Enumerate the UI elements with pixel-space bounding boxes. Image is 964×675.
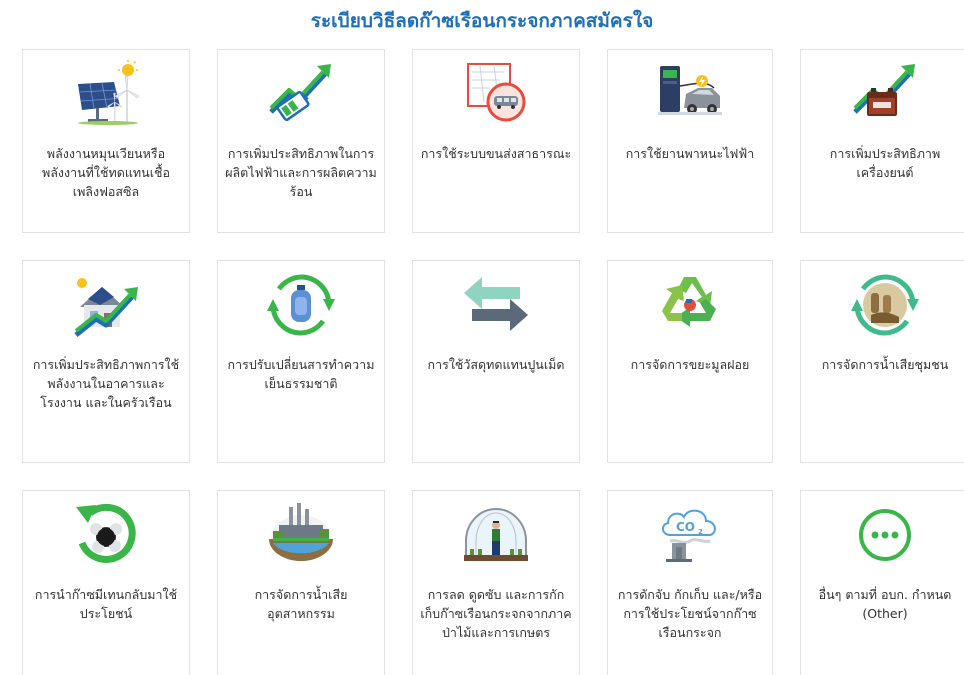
card-building-energy-efficiency[interactable]: การเพิ่มประสิทธิภาพการใช้พลังงานในอาคารแ… (22, 260, 190, 463)
solar-wind-icon (70, 58, 142, 130)
card-label: การปรับเปลี่ยนสารทำความเย็นธรรมชาติ (227, 357, 375, 391)
card-label: การจัดการน้ำเสียชุมชน (821, 357, 949, 372)
card-label: การจัดการน้ำเสียอุตสาหกรรม (254, 587, 348, 621)
methodology-page: ระเบียบวิธีลดก๊าซเรือนกระจกภาคสมัครใจ พล… (0, 0, 964, 675)
house-growth-icon (70, 269, 142, 341)
card-industrial-wastewater[interactable]: การจัดการน้ำเสียอุตสาหกรรม (217, 490, 385, 675)
card-electric-vehicle[interactable]: การใช้ยานพาหนะไฟฟ้า (607, 49, 773, 233)
card-solid-waste[interactable]: การจัดการขยะมูลฝอย (607, 260, 773, 463)
card-label: การจัดการขยะมูลฝอย (630, 357, 750, 372)
card-label: การลด ดูดซับ และการกักเก็บก๊าซเรือนกระจก… (420, 587, 572, 640)
card-label: การเพิ่มประสิทธิภาพการใช้พลังงานในอาคารแ… (32, 357, 180, 410)
swap-arrows-icon (460, 269, 532, 341)
card-label: การนำก๊าซมีเทนกลับมาใช้ประโยชน์ (34, 587, 178, 621)
industrial-wastewater-icon (265, 499, 337, 571)
page-title: ระเบียบวิธีลดก๊าซเรือนกระจกภาคสมัครใจ (310, 10, 654, 32)
card-label: การใช้ยานพาหนะไฟฟ้า (625, 146, 755, 161)
card-forestry-agriculture[interactable]: การลด ดูดซับ และการกักเก็บก๊าซเรือนกระจก… (412, 490, 580, 675)
card-community-wastewater[interactable]: การจัดการน้ำเสียชุมชน (800, 260, 964, 463)
card-label: การใช้ระบบขนส่งสาธารณะ (420, 146, 572, 161)
more-dots-icon (849, 499, 921, 571)
methane-recovery-icon (70, 499, 142, 571)
card-label: การเพิ่มประสิทธิภาพเครื่องยนต์ (829, 146, 941, 180)
electric-vehicle-icon (654, 58, 726, 130)
card-other[interactable]: อื่นๆ ตามที่ อบก. กำหนด (Other) (800, 490, 964, 675)
card-power-heat-efficiency[interactable]: การเพิ่มประสิทธิภาพในการผลิตไฟฟ้าและการผ… (217, 49, 385, 233)
card-renewable-energy[interactable]: พลังงานหมุนเวียนหรือพลังงานที่ใช้ทดแทนเช… (22, 49, 190, 233)
card-clinker-substitute[interactable]: การใช้วัสดุทดแทนปูนเม็ด (412, 260, 580, 463)
engine-growth-icon (849, 58, 921, 130)
refrigerant-cycle-icon (265, 269, 337, 341)
recycle-icon (654, 269, 726, 341)
battery-growth-icon (265, 58, 337, 130)
card-public-transport[interactable]: การใช้ระบบขนส่งสาธารณะ (412, 49, 580, 233)
card-label: การดักจับ กักเก็บ และ/หรือการใช้ประโยชน์… (617, 587, 763, 640)
co2-cloud-icon: CO 2 (654, 499, 726, 571)
card-natural-refrigerant[interactable]: การปรับเปลี่ยนสารทำความเย็นธรรมชาติ (217, 260, 385, 463)
greenhouse-farmer-icon (460, 499, 532, 571)
wastewater-cycle-icon (849, 269, 921, 341)
card-label: พลังงานหมุนเวียนหรือพลังงานที่ใช้ทดแทนเช… (42, 146, 170, 199)
public-transport-icon (460, 58, 532, 130)
card-carbon-capture[interactable]: CO 2 การดักจับ กักเก็บ และ/หรือการใช้ประ… (607, 490, 773, 675)
card-methane-recovery[interactable]: การนำก๊าซมีเทนกลับมาใช้ประโยชน์ (22, 490, 190, 675)
card-label: อื่นๆ ตามที่ อบก. กำหนด (Other) (818, 587, 952, 621)
card-label: การเพิ่มประสิทธิภาพในการผลิตไฟฟ้าและการผ… (225, 146, 377, 199)
card-engine-efficiency[interactable]: การเพิ่มประสิทธิภาพเครื่องยนต์ (800, 49, 964, 233)
svg-text:CO: CO (676, 520, 695, 534)
card-label: การใช้วัสดุทดแทนปูนเม็ด (427, 357, 565, 372)
svg-text:2: 2 (698, 528, 703, 536)
